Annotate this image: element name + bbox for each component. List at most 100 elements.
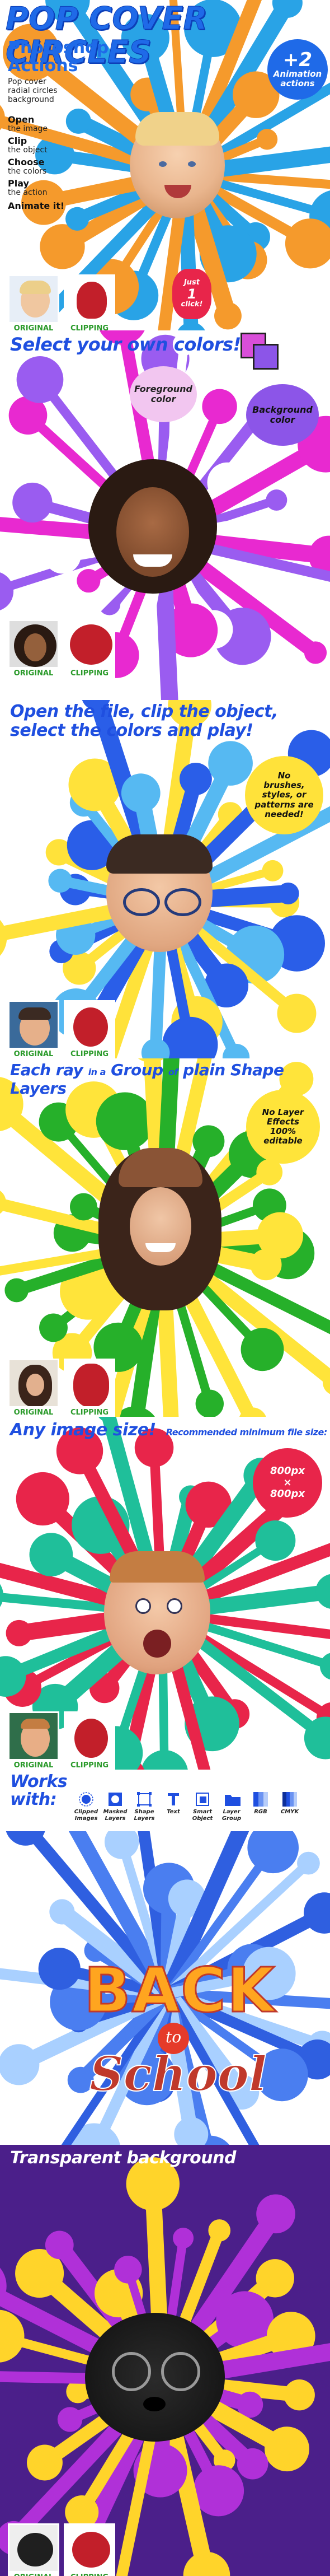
burst-dot <box>208 2219 231 2242</box>
clipped-images-icon <box>79 1792 93 1807</box>
burst-dot <box>183 2551 230 2576</box>
burst-dot <box>16 1472 69 1526</box>
child-face-photo <box>130 112 225 218</box>
burst-dot <box>77 568 101 593</box>
burst-dot <box>214 302 242 330</box>
just-one-click-badge: Just 1 click! <box>172 269 211 319</box>
burst-dot <box>38 1948 81 1990</box>
tool-cmyk: CMYK <box>277 1792 302 1816</box>
step-play: Play <box>8 178 29 189</box>
thumb-original: ORIGINAL <box>8 1000 59 1058</box>
back-text: BACK <box>83 1954 276 2027</box>
man-surprised-photo <box>104 1551 210 1674</box>
hero-section: POP COVER CIRCLES Photoshop Actions Pop c… <box>0 0 330 342</box>
burst-dot <box>113 689 149 700</box>
burst-dot <box>0 1584 4 1607</box>
girl-face-photo <box>88 459 217 594</box>
burst-dot <box>104 1831 139 1859</box>
no-layer-effects-badge: No Layer Effects 100% editable <box>246 1090 320 1164</box>
tool-layer-group: Layer Group <box>219 1792 244 1822</box>
animation-badge: +2 Animation actions <box>267 39 328 100</box>
burst-dot <box>114 2256 142 2284</box>
burst-dot <box>27 2444 63 2481</box>
burst-dot <box>141 1750 188 1770</box>
burst-dot <box>0 2309 25 2363</box>
burst-dot <box>12 482 53 523</box>
steps-list: Open the image Clip the object Choose the c… <box>8 114 65 211</box>
thumb-original: ORIGINAL <box>8 2523 59 2576</box>
burst-dot <box>40 224 85 269</box>
thumb-original: ORIGINAL <box>8 1711 59 1770</box>
burst-dot <box>256 2194 295 2234</box>
burst-dot <box>113 431 134 451</box>
description: Pop cover radial circles background <box>8 77 58 104</box>
burst-dot <box>39 1313 68 1342</box>
tool-clipped-images: Clipped Images <box>74 1792 98 1822</box>
thumb-clipping: CLIPPING <box>64 619 115 679</box>
burst-dot <box>266 489 287 511</box>
tool-rgb: RGB <box>248 1792 273 1816</box>
burst-dot <box>313 496 330 520</box>
burst-dot <box>0 105 5 130</box>
section-heading-works-with: Works with: <box>10 1772 68 1809</box>
burst-dot <box>6 1620 32 1646</box>
burst-dot <box>192 1125 225 1158</box>
background-color-label: Background color <box>246 384 319 446</box>
burst-dot <box>4 1278 29 1303</box>
min-size-badge: 800px × 800px <box>253 1448 322 1518</box>
image-size-section: Any image size! Recommended minimum file… <box>0 1417 330 1770</box>
thumb-original: ORIGINAL <box>8 274 59 334</box>
thumbnails-transparent: ORIGINAL CLIPPING <box>8 2523 115 2576</box>
burst-dot <box>256 2259 294 2298</box>
text-icon <box>166 1792 181 1807</box>
section-heading-colors: Select your own colors! <box>10 334 241 355</box>
thumb-clipping: CLIPPING <box>64 2523 115 2576</box>
burst-dot <box>44 536 81 574</box>
tool-masked-layers: Masked Layers <box>103 1792 128 1822</box>
burst-dot <box>173 2228 194 2249</box>
burst-dot <box>193 2465 244 2517</box>
burst-dot <box>16 356 64 403</box>
burst-dot <box>0 920 7 956</box>
boy-glasses-photo <box>106 834 213 952</box>
burst-dot <box>319 1653 330 1680</box>
masked-layers-icon <box>108 1792 122 1807</box>
burst-dot <box>57 2407 83 2432</box>
background-swatch <box>253 344 279 370</box>
transparent-bg-section: Transparent background ORIGINAL CLIPPING <box>0 2145 330 2576</box>
select-colors-section: Select your own colors! Foreground color … <box>0 330 330 700</box>
burst-dot <box>29 1533 73 1576</box>
burst-dot <box>284 2379 315 2411</box>
burst-dot <box>69 1193 97 1221</box>
tool-shape-layers: Shape Layers <box>132 1792 157 1822</box>
burst-dot <box>195 1389 224 1417</box>
burst-dot <box>257 1212 304 1259</box>
burst-dot <box>65 207 89 231</box>
shape-layers-icon <box>137 1792 152 1807</box>
burst-dot <box>304 641 327 664</box>
burst-dot <box>277 882 299 905</box>
layer-group-icon <box>224 1792 241 1807</box>
thumbnails-colors: ORIGINAL CLIPPING <box>8 619 115 679</box>
no-brushes-badge: No brushes, styles, or patterns are needed! <box>245 756 323 834</box>
burst-dot <box>49 1899 75 1925</box>
thumb-clipping: CLIPPING <box>64 1359 115 1417</box>
thumb-clipping: CLIPPING <box>64 1000 115 1058</box>
animate-label: Animate it! <box>8 200 65 211</box>
pug-glasses-photo <box>85 2313 225 2442</box>
woman-hat-photo <box>98 1148 221 1310</box>
burst-dot <box>285 218 330 269</box>
burst-dot <box>315 1574 330 1609</box>
burst-dot <box>241 1328 284 1371</box>
burst-dot <box>179 763 212 795</box>
burst-dot <box>8 433 55 480</box>
burst-dot <box>45 2230 74 2260</box>
thumbnails-shape-layers: ORIGINAL CLIPPING <box>8 1359 115 1417</box>
burst-dot <box>202 389 237 424</box>
burst-dot <box>262 860 284 881</box>
cmyk-icon <box>282 1792 297 1807</box>
burst-dot <box>237 2448 268 2480</box>
step-clip: Clip <box>8 136 27 146</box>
shape-layers-section: Each ray in a Group of plain Shape Layer… <box>0 1058 330 1417</box>
burst-dot <box>265 2426 309 2472</box>
